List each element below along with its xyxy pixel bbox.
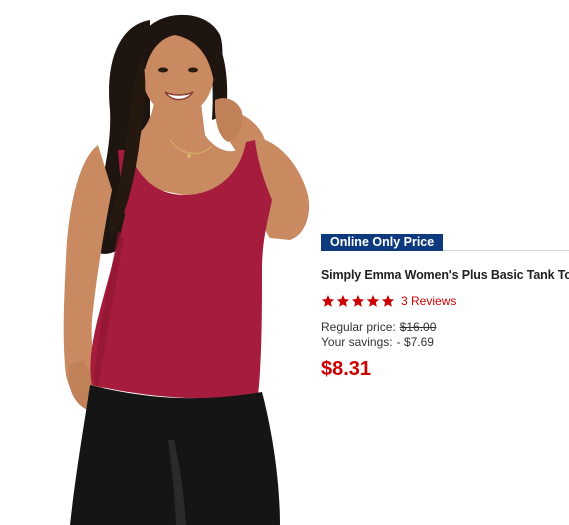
sale-price: $8.31 [321,358,372,380]
necklace-pendant [187,154,191,158]
star-icon [366,295,380,307]
product-info-panel: Online Only Price Simply Emma Women's Pl… [321,233,569,381]
star-icon [351,295,365,307]
savings-label: Your savings: [321,335,393,349]
badge-row: Online Only Price [321,233,569,251]
regular-price-label: Regular price: [321,320,396,334]
star-rating [321,294,395,308]
left-eye [158,67,168,73]
star-icon [336,295,350,307]
product-title: Simply Emma Women's Plus Basic Tank Top [321,268,569,282]
reviews-link[interactable]: 3 Reviews [401,294,456,308]
rating-row[interactable]: 3 Reviews [321,294,569,308]
star-icon [321,295,335,307]
online-only-badge: Online Only Price [321,234,444,251]
star-icon [381,295,395,307]
savings-value: - $7.69 [396,335,434,349]
regular-price-value: $16.00 [399,320,437,334]
regular-price-line: Regular price: $16.00 [321,320,569,335]
right-eye [188,67,198,73]
savings-line: Your savings: - $7.69 [321,335,569,350]
